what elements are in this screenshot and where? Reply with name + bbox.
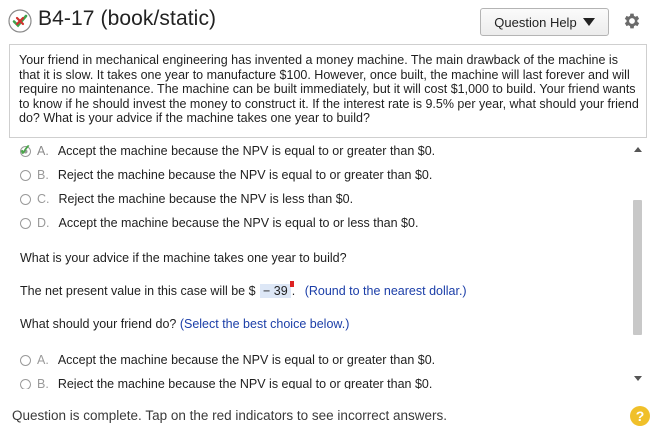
incorrect-indicator[interactable]	[289, 281, 294, 287]
footer: Question is complete. Tap on the red ind…	[0, 396, 653, 429]
incorrect-check-icon	[8, 9, 32, 33]
choice-text: Accept the machine because the NPV is eq…	[57, 353, 436, 367]
question-help-label: Question Help	[494, 14, 577, 30]
scrollbar[interactable]	[631, 143, 645, 387]
correct-check-icon: ✓	[19, 141, 32, 159]
friend-prompt: What should your friend do?	[20, 317, 177, 331]
page-title: B4-17 (book/static)	[38, 7, 217, 30]
choice-text: Reject the machine because the NPV is le…	[58, 192, 354, 206]
npv-hint: (Round to the nearest dollar.)	[304, 284, 467, 298]
radio-button[interactable]	[20, 193, 31, 205]
scroll-down-arrow-icon[interactable]	[634, 376, 642, 381]
part1-choice-c[interactable]: C. Reject the machine because the NPV is…	[20, 190, 353, 208]
answer-area[interactable]: ✓ A. Accept the machine because the NPV …	[9, 138, 647, 389]
help-icon[interactable]: ?	[630, 406, 650, 426]
radio-button-selected[interactable]: ✓	[19, 142, 32, 159]
choice-text: Reject the machine because the NPV is eq…	[57, 377, 433, 389]
question-box: Your friend in mechanical engineering ha…	[9, 44, 647, 138]
chevron-down-icon	[582, 18, 595, 26]
friend-prompt-line: What should your friend do? (Select the …	[20, 317, 349, 331]
scroll-up-arrow-icon[interactable]	[634, 147, 642, 152]
choice-letter: A.	[37, 144, 49, 158]
question-text: Your friend in mechanical engineering ha…	[19, 53, 639, 126]
part1-choice-d[interactable]: D. Accept the machine because the NPV is…	[20, 214, 418, 232]
gear-icon[interactable]	[622, 11, 642, 31]
radio-button[interactable]	[20, 354, 31, 366]
radio-button[interactable]	[20, 169, 31, 181]
choice-text: Reject the machine because the NPV is eq…	[57, 168, 433, 182]
choice-letter: C.	[37, 192, 50, 206]
radio-button[interactable]	[20, 217, 31, 229]
question-help-button[interactable]: Question Help	[480, 8, 609, 36]
choice-letter: D.	[37, 216, 50, 230]
part1-choice-b[interactable]: B. Reject the machine because the NPV is…	[20, 166, 432, 184]
choice-letter: B.	[37, 168, 49, 182]
radio-button[interactable]	[20, 378, 31, 389]
part2-choice-a[interactable]: A. Accept the machine because the NPV is…	[20, 351, 435, 369]
scrollbar-thumb[interactable]	[633, 200, 642, 335]
npv-answer-value: − 39	[263, 284, 288, 298]
header: B4-17 (book/static) Question Help	[0, 0, 653, 44]
completion-status: Question is complete. Tap on the red ind…	[12, 408, 447, 423]
part2-prompt: What is your advice if the machine takes…	[20, 251, 347, 265]
npv-line: The net present value in this case will …	[20, 281, 467, 298]
part1-choice-a[interactable]: ✓ A. Accept the machine because the NPV …	[19, 142, 436, 160]
choice-letter: A.	[37, 353, 49, 367]
choice-text: Accept the machine because the NPV is eq…	[58, 216, 419, 230]
friend-hint: (Select the best choice below.)	[179, 317, 350, 331]
choice-text: Accept the machine because the NPV is eq…	[57, 144, 436, 158]
choice-letter: B.	[37, 377, 49, 389]
npv-prefix: The net present value in this case will …	[20, 284, 256, 298]
npv-answer-field[interactable]: − 39	[260, 281, 294, 298]
part2-choice-b[interactable]: B. Reject the machine because the NPV is…	[20, 375, 432, 389]
